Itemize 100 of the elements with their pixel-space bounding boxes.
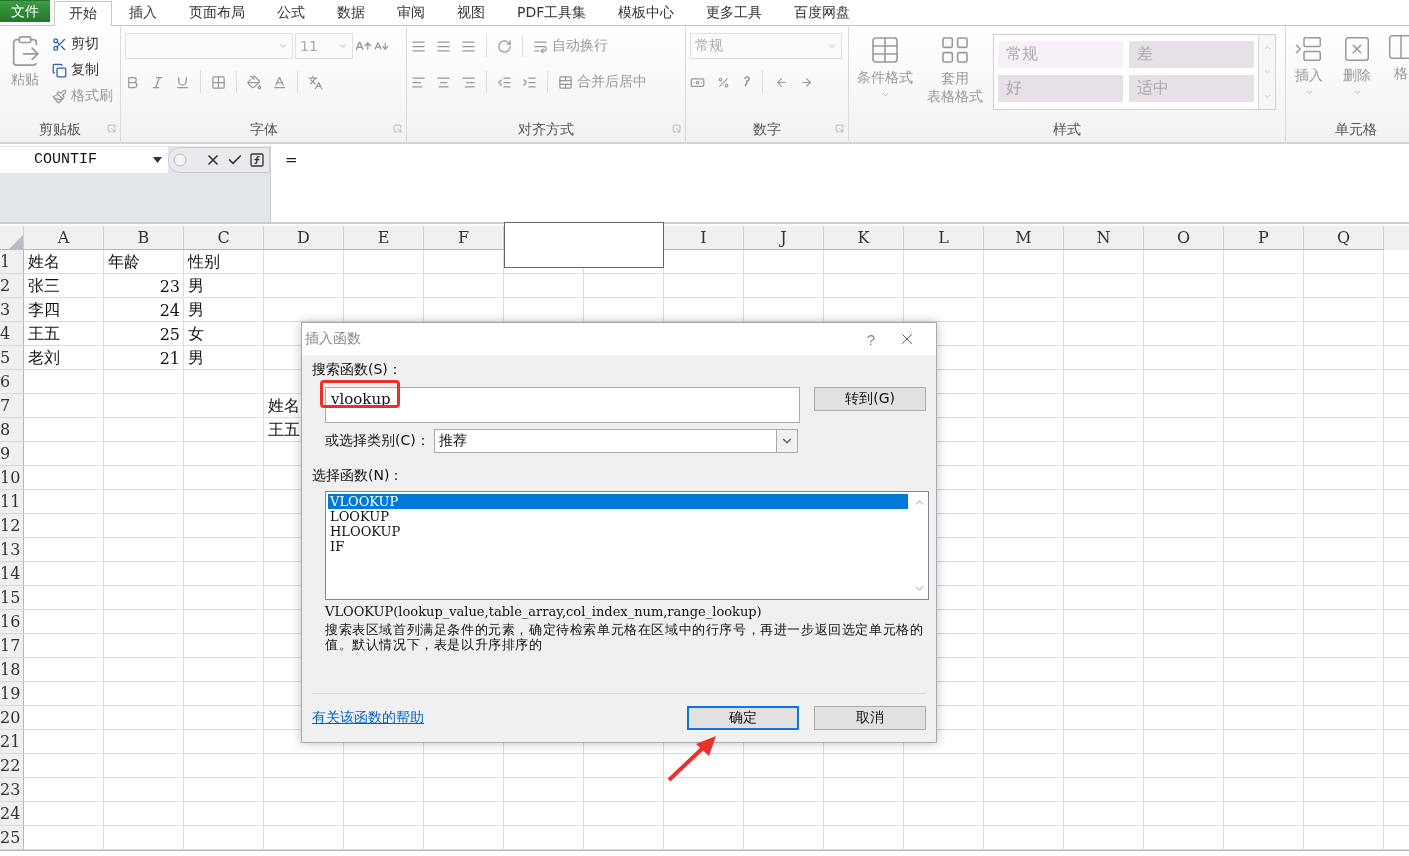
caret-icon xyxy=(880,90,890,99)
align-left-button[interactable] xyxy=(411,74,426,90)
fill-color-button[interactable] xyxy=(247,74,262,90)
field-label: 或选择类别(C)： xyxy=(325,432,430,450)
select-all-button[interactable] xyxy=(0,226,24,250)
row-number[interactable]: 3 xyxy=(0,298,24,322)
table-cell-text: 21 xyxy=(158,347,181,370)
row-number[interactable]: 9 xyxy=(0,442,24,466)
column-header[interactable]: C xyxy=(184,226,264,250)
table-cell-text: 老刘 xyxy=(27,346,61,369)
table-cell-text: 王五 xyxy=(267,418,301,441)
align-bottom-button[interactable] xyxy=(461,38,476,54)
align-right-icon xyxy=(461,74,476,90)
grid-icon xyxy=(939,34,971,66)
ok-button[interactable]: 确定 xyxy=(687,706,799,730)
go-button[interactable]: 转到(G) xyxy=(814,387,926,411)
align-top-button[interactable] xyxy=(411,38,426,54)
indent-increase-button[interactable] xyxy=(522,74,537,90)
row-number[interactable]: 6 xyxy=(0,370,24,394)
row-number[interactable]: 2 xyxy=(0,274,24,298)
caret-icon xyxy=(1304,88,1314,97)
row-number[interactable]: 17 xyxy=(0,634,24,658)
decrease-decimal-button[interactable] xyxy=(800,75,813,89)
align-right-button[interactable] xyxy=(461,74,476,90)
row-number[interactable]: 15 xyxy=(0,586,24,610)
row-number[interactable]: 16 xyxy=(0,610,24,634)
table-cell-text: 24 xyxy=(158,299,181,322)
phonetic-button[interactable] xyxy=(308,74,323,90)
row-number[interactable]: 7 xyxy=(0,394,24,418)
function-item[interactable]: VLOOKUP xyxy=(328,494,908,509)
cancel-button[interactable]: 取消 xyxy=(814,706,926,730)
column-header[interactable]: K xyxy=(824,226,904,250)
border-button[interactable] xyxy=(211,74,226,90)
wrap-text-icon xyxy=(533,38,548,54)
row-number[interactable]: 25 xyxy=(0,826,24,850)
formula-input[interactable]: = xyxy=(271,146,1409,222)
column-header[interactable]: D xyxy=(264,226,344,250)
help-link[interactable]: 有关该函数的帮助 xyxy=(312,709,424,727)
align-top-icon xyxy=(411,38,426,54)
row-number[interactable]: 1 xyxy=(0,250,24,274)
column-header[interactable]: M xyxy=(984,226,1064,250)
menu-tab[interactable]: 开始 xyxy=(54,1,112,26)
table-cell-text: 男 xyxy=(187,346,205,369)
italic-button[interactable] xyxy=(150,74,165,90)
font-color-button[interactable] xyxy=(272,74,287,90)
table-cell-text: 男 xyxy=(187,274,205,297)
increase-decimal-button[interactable] xyxy=(775,75,788,89)
phonetic-icon xyxy=(308,74,323,90)
group-label: 单元格 xyxy=(1335,121,1377,139)
search-field[interactable]: vlookup xyxy=(325,387,801,423)
row-number[interactable]: 8 xyxy=(0,418,24,442)
align-center-button[interactable] xyxy=(436,74,451,90)
function-item[interactable]: LOOKUP xyxy=(328,509,908,524)
row-number[interactable]: 14 xyxy=(0,562,24,586)
column-header[interactable]: P xyxy=(1224,226,1304,250)
cut-button[interactable]: 剪切 xyxy=(52,32,113,56)
row-number[interactable]: 10 xyxy=(0,466,24,490)
row-number[interactable]: 22 xyxy=(0,754,24,778)
percent-button[interactable] xyxy=(717,75,730,89)
circle-icon xyxy=(173,152,187,167)
row-number[interactable]: 4 xyxy=(0,322,24,346)
row-number[interactable]: 21 xyxy=(0,730,24,754)
column-header[interactable]: J xyxy=(744,226,824,250)
category-select[interactable]: 推荐 xyxy=(433,429,798,453)
indent-decrease-button[interactable] xyxy=(497,74,512,90)
bold-button[interactable] xyxy=(125,74,140,90)
gallery-scrollbar[interactable] xyxy=(1258,35,1275,109)
row-number[interactable]: 20 xyxy=(0,706,24,730)
dropdown-button[interactable] xyxy=(775,430,797,452)
help-button[interactable]: ? xyxy=(856,329,886,349)
indent-increase-icon xyxy=(522,74,537,90)
align-middle-icon xyxy=(436,38,451,54)
column-header[interactable]: B xyxy=(104,226,184,250)
column-header[interactable]: Q xyxy=(1304,226,1384,250)
row-number[interactable]: 13 xyxy=(0,538,24,562)
column-header[interactable]: N xyxy=(1064,226,1144,250)
row-number[interactable]: 5 xyxy=(0,346,24,370)
name-box[interactable]: COUNTIF xyxy=(0,146,168,173)
menu-tab[interactable]: 文件 xyxy=(0,0,50,22)
orientation-button[interactable] xyxy=(497,38,512,54)
launcher-icon xyxy=(672,124,681,133)
bold-icon xyxy=(125,74,140,90)
row-number[interactable]: 24 xyxy=(0,802,24,826)
field-label: 搜索函数(S)： xyxy=(312,361,403,379)
row-number[interactable]: 23 xyxy=(0,778,24,802)
function-item[interactable]: HLOOKUP xyxy=(328,524,908,539)
function-item[interactable]: IF xyxy=(328,539,908,554)
row-number[interactable]: 12 xyxy=(0,514,24,538)
table-cell-text: 姓名 xyxy=(267,394,301,417)
row-number[interactable]: 19 xyxy=(0,682,24,706)
copy-button[interactable]: 复制 xyxy=(52,58,113,82)
table-icon xyxy=(869,34,901,66)
column-header[interactable]: O xyxy=(1144,226,1224,250)
underline-button[interactable] xyxy=(175,74,190,90)
row-number[interactable]: 18 xyxy=(0,658,24,682)
column-header[interactable]: L xyxy=(904,226,984,250)
column-header[interactable]: A xyxy=(24,226,104,250)
align-middle-button[interactable] xyxy=(436,38,451,54)
row-number[interactable]: 11 xyxy=(0,490,24,514)
column-header[interactable]: E xyxy=(344,226,424,250)
